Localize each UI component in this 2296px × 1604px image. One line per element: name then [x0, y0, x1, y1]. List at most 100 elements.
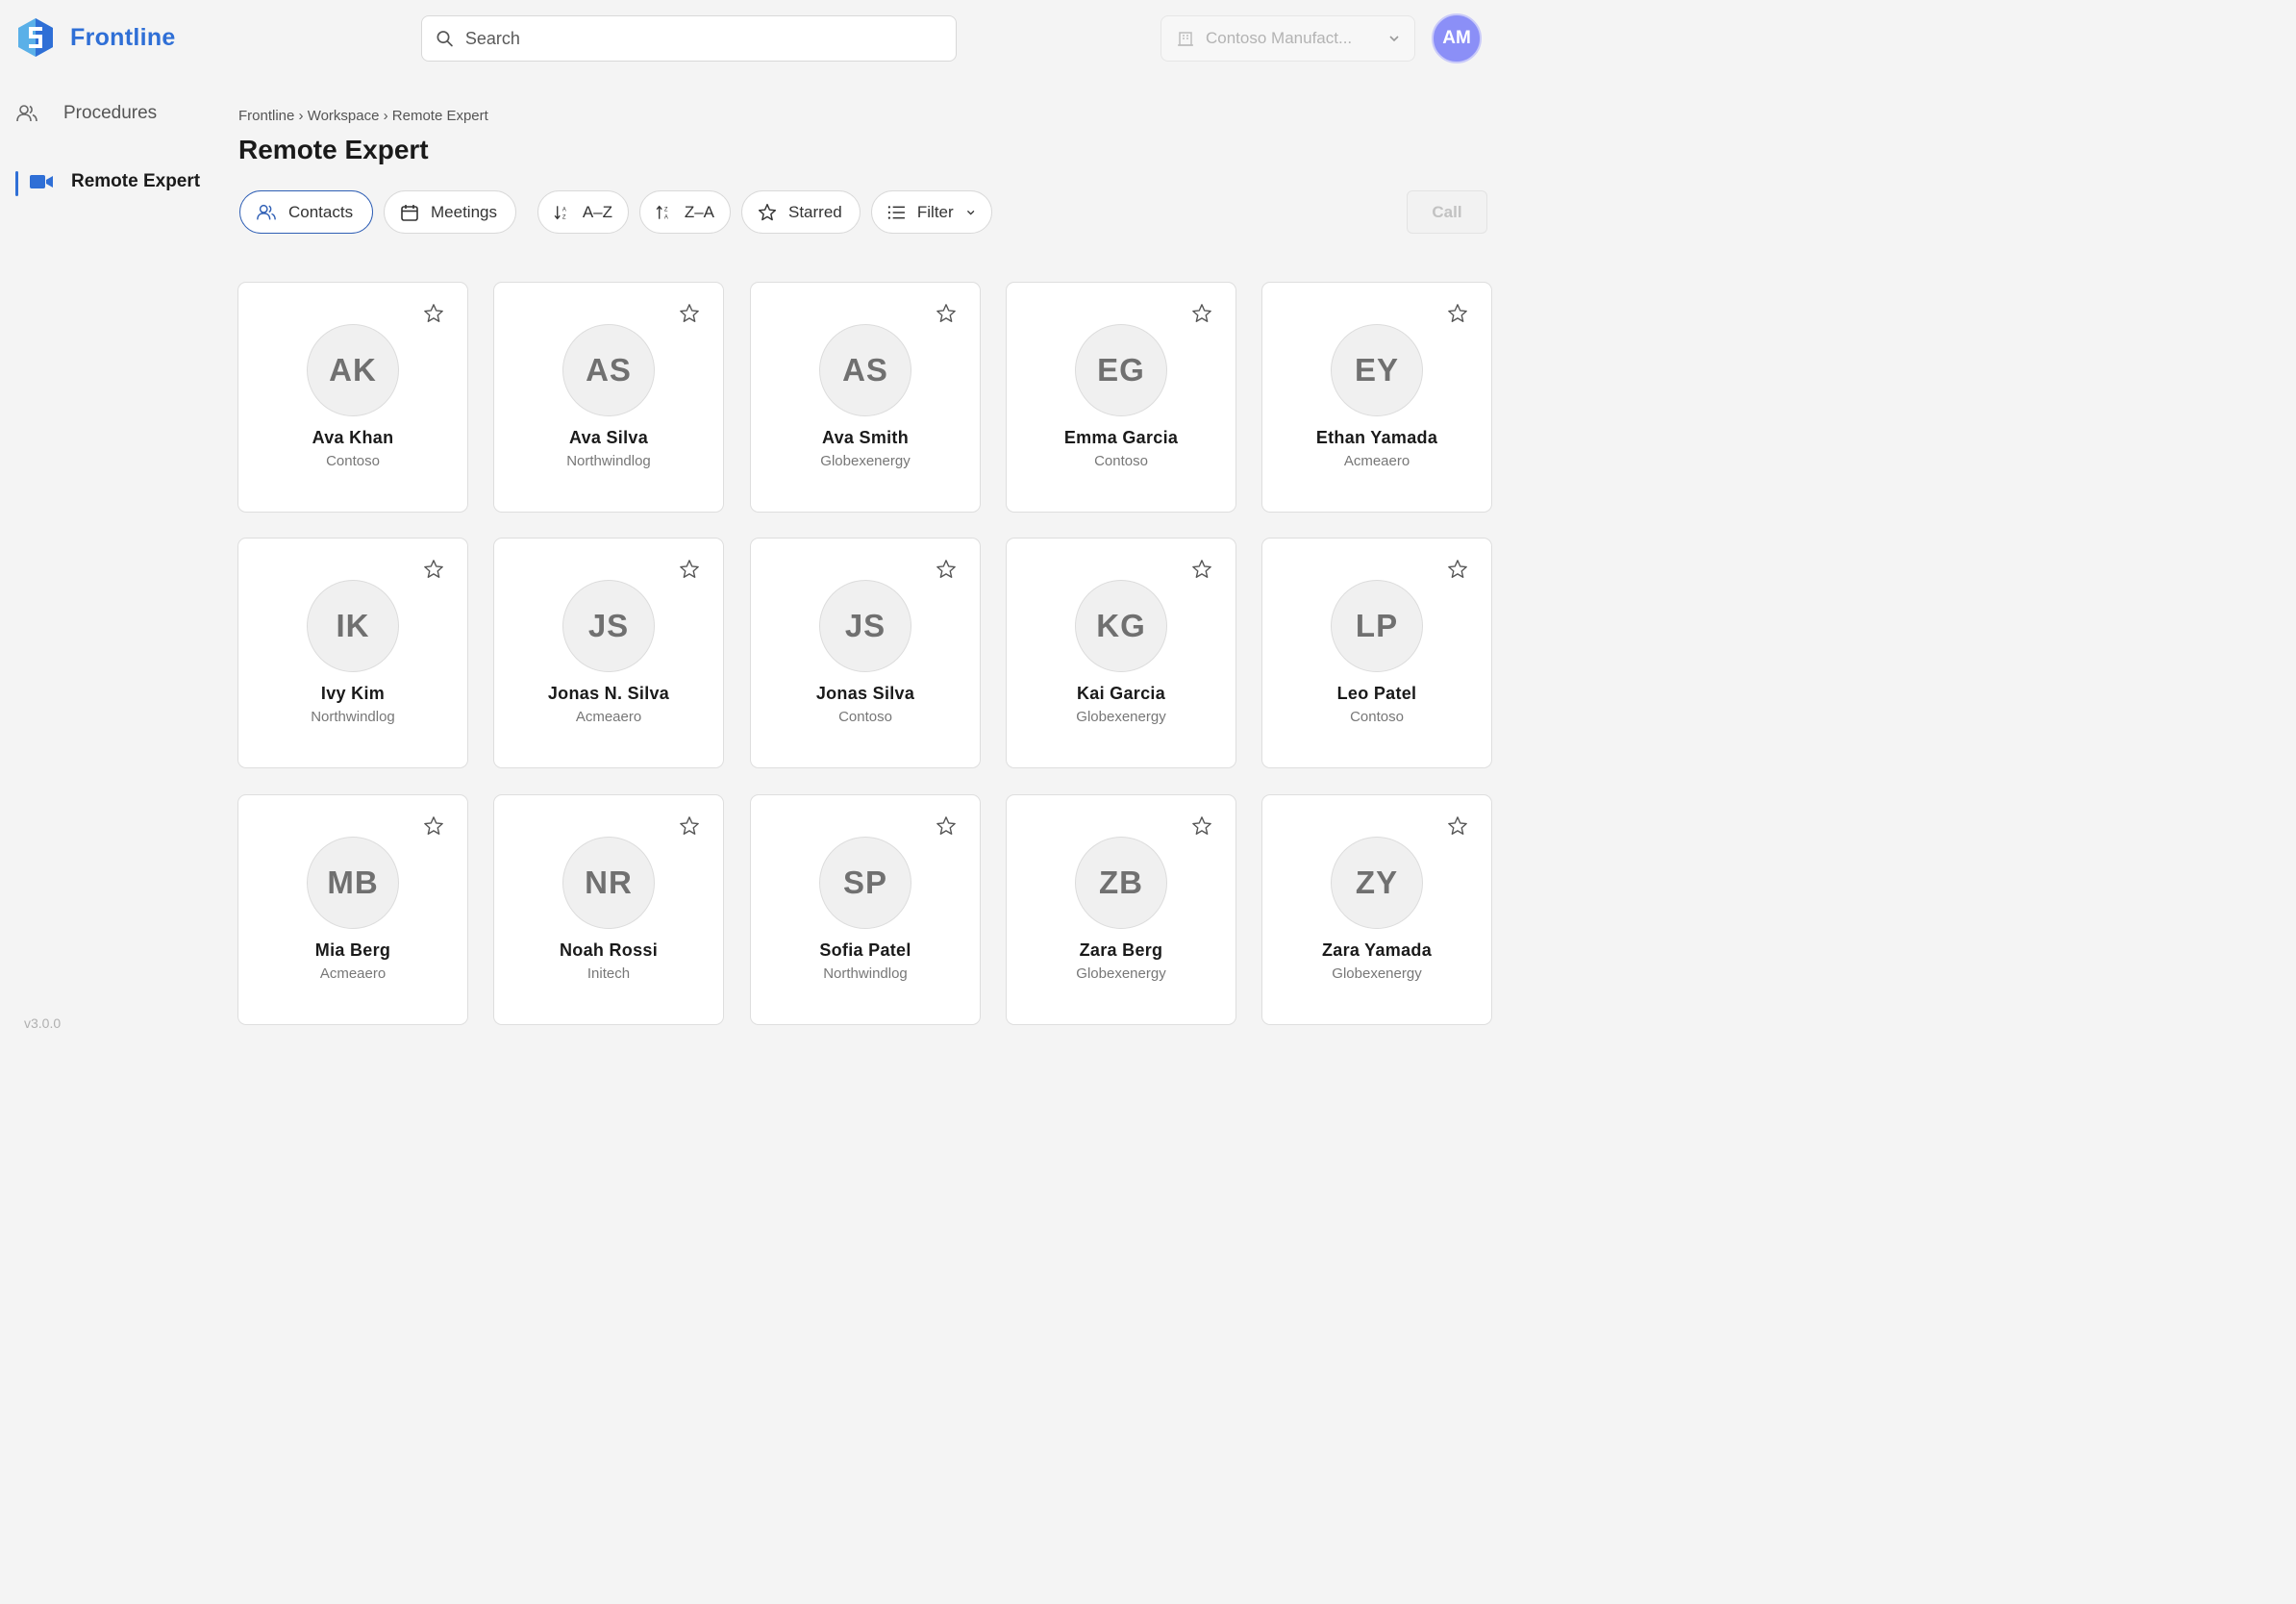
contact-card[interactable]: NR Noah Rossi Initech	[493, 794, 724, 1025]
star-icon[interactable]	[1191, 303, 1212, 324]
call-button[interactable]: Call	[1407, 190, 1487, 234]
contact-avatar: ZY	[1331, 837, 1423, 929]
contact-card[interactable]: JS Jonas Silva Contoso	[750, 538, 981, 768]
contact-name: Ethan Yamada	[1315, 428, 1438, 447]
contact-avatar: ZB	[1075, 837, 1167, 929]
star-icon[interactable]	[423, 303, 444, 324]
people-icon	[257, 204, 276, 219]
list-filter-icon	[887, 205, 905, 219]
contact-name: Sofia Patel	[819, 940, 911, 960]
contact-organization: Contoso	[1350, 709, 1404, 725]
contact-card[interactable]: AK Ava Khan Contoso	[237, 282, 468, 513]
video-camera-icon	[30, 175, 53, 188]
contact-card[interactable]: JS Jonas N. Silva Acmeaero	[493, 538, 724, 768]
contact-card[interactable]: EY Ethan Yamada Acmeaero	[1261, 282, 1492, 513]
contact-avatar: AS	[819, 324, 911, 416]
contact-avatar: IK	[307, 580, 399, 672]
sort-ascending-icon: A Z	[554, 205, 566, 220]
star-icon[interactable]	[679, 303, 700, 324]
star-icon[interactable]	[936, 559, 957, 580]
star-icon[interactable]	[1191, 815, 1212, 837]
star-icon[interactable]	[423, 815, 444, 837]
contact-avatar: EG	[1075, 324, 1167, 416]
organization-select[interactable]: Contoso Manufact...	[1160, 15, 1415, 62]
contact-card[interactable]: ZB Zara Berg Globexenergy	[1006, 794, 1236, 1025]
sort-az-button[interactable]: A Z A–Z	[537, 190, 629, 234]
organization-select-value: Contoso Manufact...	[1206, 29, 1353, 47]
filter-label: Filter	[916, 202, 954, 221]
starred-filter-button[interactable]: Starred	[741, 190, 861, 234]
star-icon[interactable]	[679, 815, 700, 837]
star-icon[interactable]	[423, 559, 444, 580]
contact-organization: Acmeaero	[575, 709, 642, 725]
contact-avatar: SP	[819, 837, 911, 929]
contact-avatar: EY	[1331, 324, 1423, 416]
calendar-icon	[401, 204, 418, 221]
contact-organization: Contoso	[838, 709, 892, 725]
contact-name: Ivy Kim	[320, 684, 386, 703]
contact-avatar: LP	[1331, 580, 1423, 672]
sort-descending-icon: Z A	[656, 205, 668, 220]
user-avatar[interactable]: AM	[1432, 13, 1482, 63]
contact-name: Ava Khan	[312, 428, 394, 447]
contact-avatar: JS	[562, 580, 655, 672]
star-icon[interactable]	[936, 303, 957, 324]
svg-text:Z: Z	[664, 207, 668, 213]
tab-meetings[interactable]: Meetings	[384, 190, 516, 234]
contact-card[interactable]: AS Ava Smith Globexenergy	[750, 282, 981, 513]
star-icon[interactable]	[936, 815, 957, 837]
contact-card[interactable]: KG Kai Garcia Globexenergy	[1006, 538, 1236, 768]
contact-avatar: KG	[1075, 580, 1167, 672]
contact-organization: Contoso	[326, 453, 380, 469]
star-icon[interactable]	[679, 559, 700, 580]
sidebar-item-label: Procedures	[63, 103, 158, 123]
contact-avatar: JS	[819, 580, 911, 672]
page-title: Remote Expert	[238, 135, 429, 164]
star-icon[interactable]	[1447, 303, 1468, 324]
contact-name: Kai Garcia	[1076, 684, 1166, 703]
contact-avatar: MB	[307, 837, 399, 929]
svg-text:A: A	[664, 214, 668, 220]
star-icon[interactable]	[1447, 559, 1468, 580]
search-input[interactable]	[464, 28, 942, 49]
brand-name: Frontline	[70, 23, 176, 51]
search-box[interactable]	[421, 15, 957, 62]
sort-za-label: Z–A	[684, 202, 714, 221]
contact-name: Ava Smith	[821, 428, 910, 447]
brand-logo[interactable]: Frontline	[16, 17, 176, 58]
sort-az-label: A–Z	[582, 202, 612, 221]
contact-name: Mia Berg	[314, 940, 391, 960]
star-icon	[758, 203, 777, 220]
contact-card[interactable]: EG Emma Garcia Contoso	[1006, 282, 1236, 513]
star-icon[interactable]	[1191, 559, 1212, 580]
sidebar-item-procedures[interactable]: Procedures	[15, 102, 157, 125]
star-icon[interactable]	[1447, 815, 1468, 837]
chevron-down-icon	[966, 210, 975, 215]
contact-card[interactable]: ZY Zara Yamada Globexenergy	[1261, 794, 1492, 1025]
contact-card[interactable]: IK Ivy Kim Northwindlog	[237, 538, 468, 768]
contact-organization: Globexenergy	[1076, 709, 1166, 725]
contact-organization: Globexenergy	[1332, 965, 1422, 982]
contact-card[interactable]: LP Leo Patel Contoso	[1261, 538, 1492, 768]
contact-name: Leo Patel	[1336, 684, 1417, 703]
contact-name: Ava Silva	[568, 428, 649, 447]
search-icon	[437, 31, 453, 47]
contact-card[interactable]: MB Mia Berg Acmeaero	[237, 794, 468, 1025]
contact-name: Zara Berg	[1079, 940, 1163, 960]
filter-dropdown[interactable]: Filter	[871, 190, 992, 234]
tab-meetings-label: Meetings	[431, 202, 497, 221]
tab-contacts[interactable]: Contacts	[239, 190, 373, 234]
building-icon	[1178, 32, 1193, 46]
contact-organization: Contoso	[1094, 453, 1148, 469]
svg-text:A: A	[562, 207, 566, 213]
contact-organization: Globexenergy	[1076, 965, 1166, 982]
sort-za-button[interactable]: Z A Z–A	[639, 190, 731, 234]
contact-card[interactable]: AS Ava Silva Northwindlog	[493, 282, 724, 513]
frontline-logo-icon	[18, 18, 53, 57]
sidebar-item-remote-expert[interactable]: Remote Expert	[15, 171, 200, 192]
contact-avatar: NR	[562, 837, 655, 929]
contact-organization: Northwindlog	[311, 709, 395, 725]
contact-name: Noah Rossi	[559, 940, 659, 960]
contact-name: Emma Garcia	[1063, 428, 1179, 447]
contact-card[interactable]: SP Sofia Patel Northwindlog	[750, 794, 981, 1025]
